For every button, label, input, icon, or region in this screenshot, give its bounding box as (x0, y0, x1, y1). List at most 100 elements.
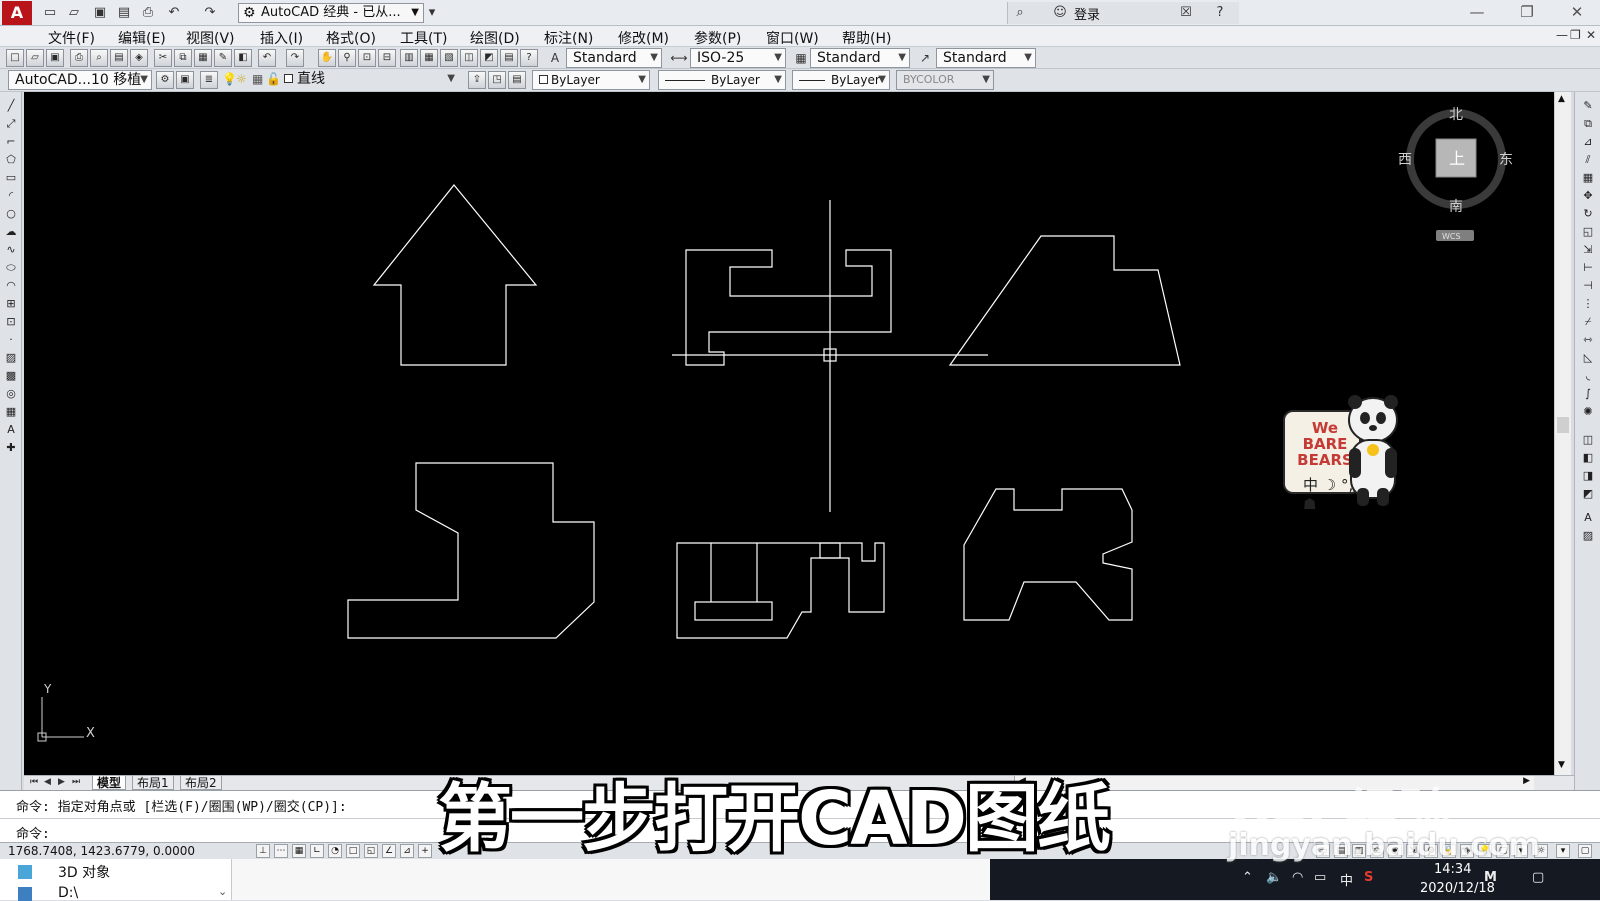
stretch-icon[interactable]: ⇲ (1580, 242, 1596, 258)
scroll-down-icon[interactable]: ▼ (1558, 760, 1565, 770)
menu-edit[interactable]: 编辑(E) (118, 28, 166, 48)
hatch-to-back-icon[interactable]: ▨ (1580, 528, 1596, 544)
erase-icon[interactable]: ✎ (1580, 98, 1596, 114)
draw-order-icon[interactable]: ◫ (1580, 432, 1596, 448)
plot-preview-icon[interactable]: ⌕ (90, 49, 108, 67)
hatch-icon[interactable]: ▨ (3, 350, 19, 366)
trim-icon[interactable]: ⊢ (1580, 260, 1596, 276)
trapezoid-shape[interactable] (948, 235, 1181, 366)
wcs-menu[interactable]: WCS (1442, 232, 1461, 241)
bring-above-icon[interactable]: ◩ (1580, 486, 1596, 502)
open-icon[interactable]: ▱ (26, 49, 44, 67)
wifi-icon[interactable]: ◠ (1292, 870, 1303, 885)
clock-time[interactable]: 14:34 (1434, 862, 1471, 877)
binoculars-icon[interactable]: ⌕ (1010, 3, 1030, 22)
bent-plate-shape[interactable] (347, 462, 595, 639)
text-style-icon[interactable]: A (546, 49, 564, 67)
login-link[interactable]: 登录 (1074, 4, 1100, 23)
markup-icon[interactable]: ◩ (480, 49, 498, 67)
prev-tab-icon[interactable]: ◀ (44, 777, 51, 787)
make-current-layer-icon[interactable]: ⇪ (468, 71, 486, 89)
spline-icon[interactable]: ∿ (3, 242, 19, 258)
quickcalc-icon[interactable]: ▤ (500, 49, 518, 67)
pan-icon[interactable]: ✋ (318, 49, 336, 67)
viewcube-east[interactable]: 东 (1499, 152, 1513, 168)
viewcube[interactable] (1406, 109, 1506, 241)
arrow-shape[interactable] (372, 184, 538, 366)
menu-modify[interactable]: 修改(M) (618, 28, 669, 48)
break-icon[interactable]: ⌿ (1580, 314, 1596, 330)
sheet-set-icon[interactable]: ◫ (460, 49, 478, 67)
sogou-ime-icon[interactable]: S (1364, 870, 1373, 885)
autocad-logo-icon[interactable]: A (2, 1, 32, 25)
doc-minimize-button[interactable]: — (1556, 28, 1568, 42)
polar-tracking-icon[interactable]: ◔ (328, 844, 342, 858)
next-tab-icon[interactable]: ▶ (58, 777, 65, 787)
ellipse-arc-icon[interactable]: ◠ (3, 278, 19, 294)
user-icon[interactable]: ☺ (1050, 3, 1070, 22)
mirror-icon[interactable]: ⊿ (1580, 134, 1596, 150)
infer-constraints-icon[interactable]: ⊥ (256, 844, 270, 858)
break-at-point-icon[interactable]: ⋮ (1580, 296, 1596, 312)
zoom-window-icon[interactable]: ⊡ (358, 49, 376, 67)
tool-palettes-icon[interactable]: ▧ (440, 49, 458, 67)
3d-print-icon[interactable]: ◈ (130, 49, 148, 67)
gradient-icon[interactable]: ▩ (3, 368, 19, 384)
save-as-icon[interactable]: ▤ (114, 3, 134, 22)
add-selected-icon[interactable]: ✚ (3, 440, 19, 456)
explorer-item-3d-objects[interactable]: 3D 对象 (58, 862, 110, 882)
layer-select[interactable]: 直线 ▼ (278, 70, 458, 90)
lineweight-select[interactable]: ByLayer ▼ (792, 70, 890, 90)
table-style-icon[interactable]: ▦ (792, 49, 810, 67)
chevron-down-icon[interactable]: ⌄ (218, 885, 227, 898)
customize-icon[interactable]: ▣ (176, 71, 194, 89)
block-editor-icon[interactable]: ◧ (234, 49, 252, 67)
cut-icon[interactable]: ✂ (154, 49, 172, 67)
zoom-previous-icon[interactable]: ⊟ (378, 49, 396, 67)
qnew-icon[interactable]: □ (6, 49, 24, 67)
tray-expand-icon[interactable]: ⌃ (1242, 870, 1253, 885)
table-icon[interactable]: ▦ (3, 404, 19, 420)
snap-mode-icon[interactable]: ⋯ (274, 844, 288, 858)
viewcube-top-face[interactable]: 上 (1449, 149, 1465, 168)
layer-previous-icon[interactable]: ◳ (488, 71, 506, 89)
blend-curves-icon[interactable]: ∫ (1580, 386, 1596, 402)
open-file-icon[interactable]: ▱ (64, 3, 84, 22)
offset-icon[interactable]: ⫽ (1580, 152, 1596, 168)
fullscreen-icon[interactable]: ▢ (1578, 844, 1592, 858)
3d-object-snap-icon[interactable]: ◱ (364, 844, 378, 858)
controller-shape[interactable] (963, 488, 1133, 621)
publish-icon[interactable]: ▤ (110, 49, 128, 67)
make-block-icon[interactable]: ⊡ (3, 314, 19, 330)
print-icon[interactable]: ⎙ (138, 3, 158, 22)
tab-layout1[interactable]: 布局1 (132, 776, 174, 790)
help-icon[interactable]: ? (1210, 3, 1230, 22)
scroll-right-icon[interactable]: ▶ (1523, 776, 1530, 786)
first-tab-icon[interactable]: ⏮ (30, 777, 38, 787)
vertical-scrollbar[interactable]: ▲ ▼ (1554, 92, 1571, 775)
color-select[interactable]: ByLayer ▼ (532, 70, 650, 90)
redo-icon[interactable]: ↷ (286, 49, 304, 67)
extend-icon[interactable]: ⊣ (1580, 278, 1596, 294)
paste-icon[interactable]: ▦ (194, 49, 212, 67)
restore-button[interactable]: ❐ (1510, 2, 1544, 23)
menu-tools[interactable]: 工具(T) (400, 28, 447, 48)
rotate-icon[interactable]: ↻ (1580, 206, 1596, 222)
redo-icon[interactable]: ↷ (200, 3, 220, 22)
doc-restore-button[interactable]: ❐ (1570, 28, 1581, 42)
polygon-icon[interactable]: ⬠ (3, 152, 19, 168)
chamfer-icon[interactable]: ◺ (1580, 350, 1596, 366)
match-properties-icon[interactable]: ✎ (214, 49, 232, 67)
line-tool-icon[interactable]: ╱ (3, 98, 19, 114)
exchange-icon[interactable]: ☒ (1176, 3, 1196, 22)
battery-icon[interactable]: ▭ (1314, 870, 1326, 885)
design-center-icon[interactable]: ▦ (420, 49, 438, 67)
menu-file[interactable]: 文件(F) (48, 28, 95, 48)
save-icon[interactable]: ▣ (46, 49, 64, 67)
viewcube-west[interactable]: 西 (1398, 152, 1412, 168)
undo-icon[interactable]: ↶ (258, 49, 276, 67)
explorer-item-drive-d[interactable]: D:\ (58, 885, 78, 901)
doc-close-button[interactable]: ✕ (1586, 28, 1596, 42)
bracket-shape[interactable] (685, 249, 892, 366)
viewport-freeze-icon[interactable]: ▦ (252, 72, 263, 86)
